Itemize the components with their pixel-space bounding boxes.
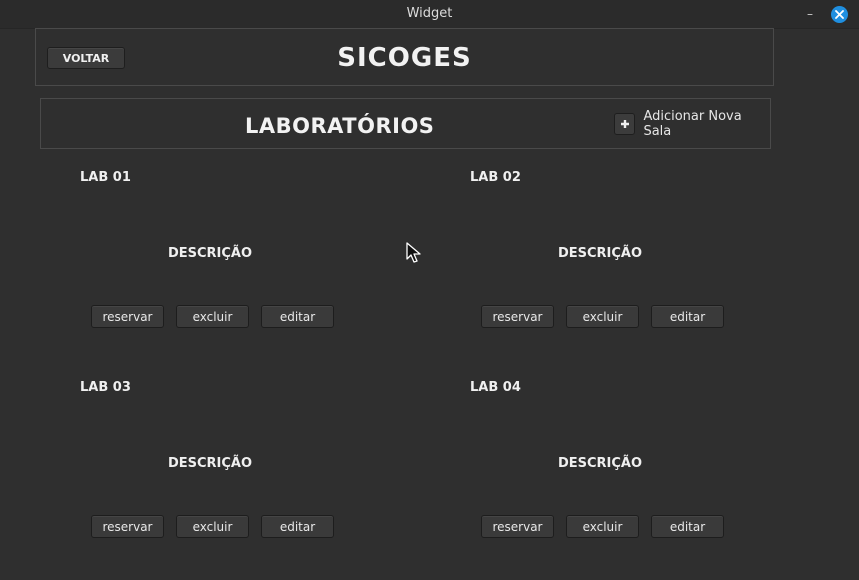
lab-card: LAB 04 DESCRIÇÃO reservar excluir editar — [470, 380, 770, 580]
lab-actions: reservar excluir editar — [91, 305, 346, 328]
section-title: LABORATÓRIOS — [245, 114, 435, 138]
lab-description: DESCRIÇÃO — [167, 246, 253, 261]
edit-button[interactable]: editar — [261, 305, 334, 328]
lab-name: LAB 04 — [470, 380, 521, 395]
delete-button[interactable]: excluir — [566, 305, 639, 328]
reserve-button[interactable]: reservar — [91, 515, 164, 538]
edit-button[interactable]: editar — [651, 305, 724, 328]
header-panel: VOLTAR SICOGES — [35, 28, 774, 86]
edit-button[interactable]: editar — [261, 515, 334, 538]
reserve-button[interactable]: reservar — [91, 305, 164, 328]
lab-actions: reservar excluir editar — [481, 305, 736, 328]
lab-card: LAB 02 DESCRIÇÃO reservar excluir editar — [470, 170, 770, 370]
section-header-panel: LABORATÓRIOS Adicionar Nova Sala — [40, 98, 771, 149]
plus-icon — [620, 120, 629, 128]
lab-actions: reservar excluir editar — [481, 515, 736, 538]
add-room-control[interactable]: Adicionar Nova Sala — [614, 109, 770, 139]
delete-button[interactable]: excluir — [176, 305, 249, 328]
lab-name: LAB 02 — [470, 170, 521, 185]
close-icon — [835, 10, 844, 19]
app-title: SICOGES — [337, 43, 472, 73]
window-titlebar: Widget – — [0, 0, 859, 29]
lab-description: DESCRIÇÃO — [167, 456, 253, 471]
lab-name: LAB 03 — [80, 380, 131, 395]
lab-card: LAB 01 DESCRIÇÃO reservar excluir editar — [80, 170, 380, 370]
lab-actions: reservar excluir editar — [91, 515, 346, 538]
window-title: Widget — [406, 6, 453, 21]
delete-button[interactable]: excluir — [176, 515, 249, 538]
lab-card: LAB 03 DESCRIÇÃO reservar excluir editar — [80, 380, 380, 580]
reserve-button[interactable]: reservar — [481, 305, 554, 328]
edit-button[interactable]: editar — [651, 515, 724, 538]
mouse-cursor-icon — [406, 242, 421, 263]
add-room-button[interactable] — [614, 113, 636, 135]
add-room-label[interactable]: Adicionar Nova Sala — [643, 109, 770, 139]
lab-name: LAB 01 — [80, 170, 131, 185]
lab-description: DESCRIÇÃO — [557, 246, 643, 261]
close-button[interactable] — [831, 6, 848, 23]
lab-description: DESCRIÇÃO — [557, 456, 643, 471]
reserve-button[interactable]: reservar — [481, 515, 554, 538]
minimize-button[interactable]: – — [802, 7, 818, 21]
delete-button[interactable]: excluir — [566, 515, 639, 538]
